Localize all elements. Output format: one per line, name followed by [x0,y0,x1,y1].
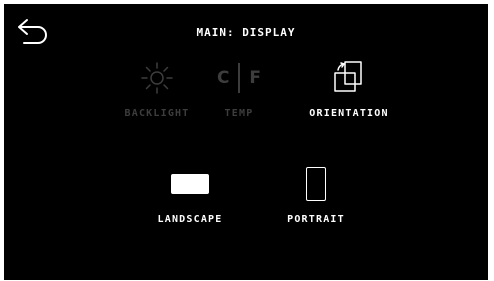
menu-item-label-orientation: ORIENTATION [309,108,389,119]
menu-item-orientation[interactable]: ORIENTATION [294,60,404,130]
landscape-icon [140,164,240,204]
rotate-screens-icon [294,60,404,96]
portrait-icon [266,164,366,204]
temp-unit-f: F [249,68,262,88]
display-screen: MAIN: DISPLAY BACKLIGHT C F TEMP ORIENTA… [4,4,488,280]
temp-divider [238,63,241,93]
landscape-option[interactable]: LANDSCAPE [140,164,240,234]
menu-item-label-temp: TEMP [224,108,254,119]
portrait-label: PORTRAIT [287,214,345,225]
menu-item-temp[interactable]: C F TEMP [184,60,294,130]
portrait-option[interactable]: PORTRAIT [266,164,366,234]
landscape-label: LANDSCAPE [157,214,223,225]
temp-unit-c: C [216,68,230,88]
celsius-fahrenheit-icon: C F [184,60,294,96]
page-title: MAIN: DISPLAY [196,26,296,39]
